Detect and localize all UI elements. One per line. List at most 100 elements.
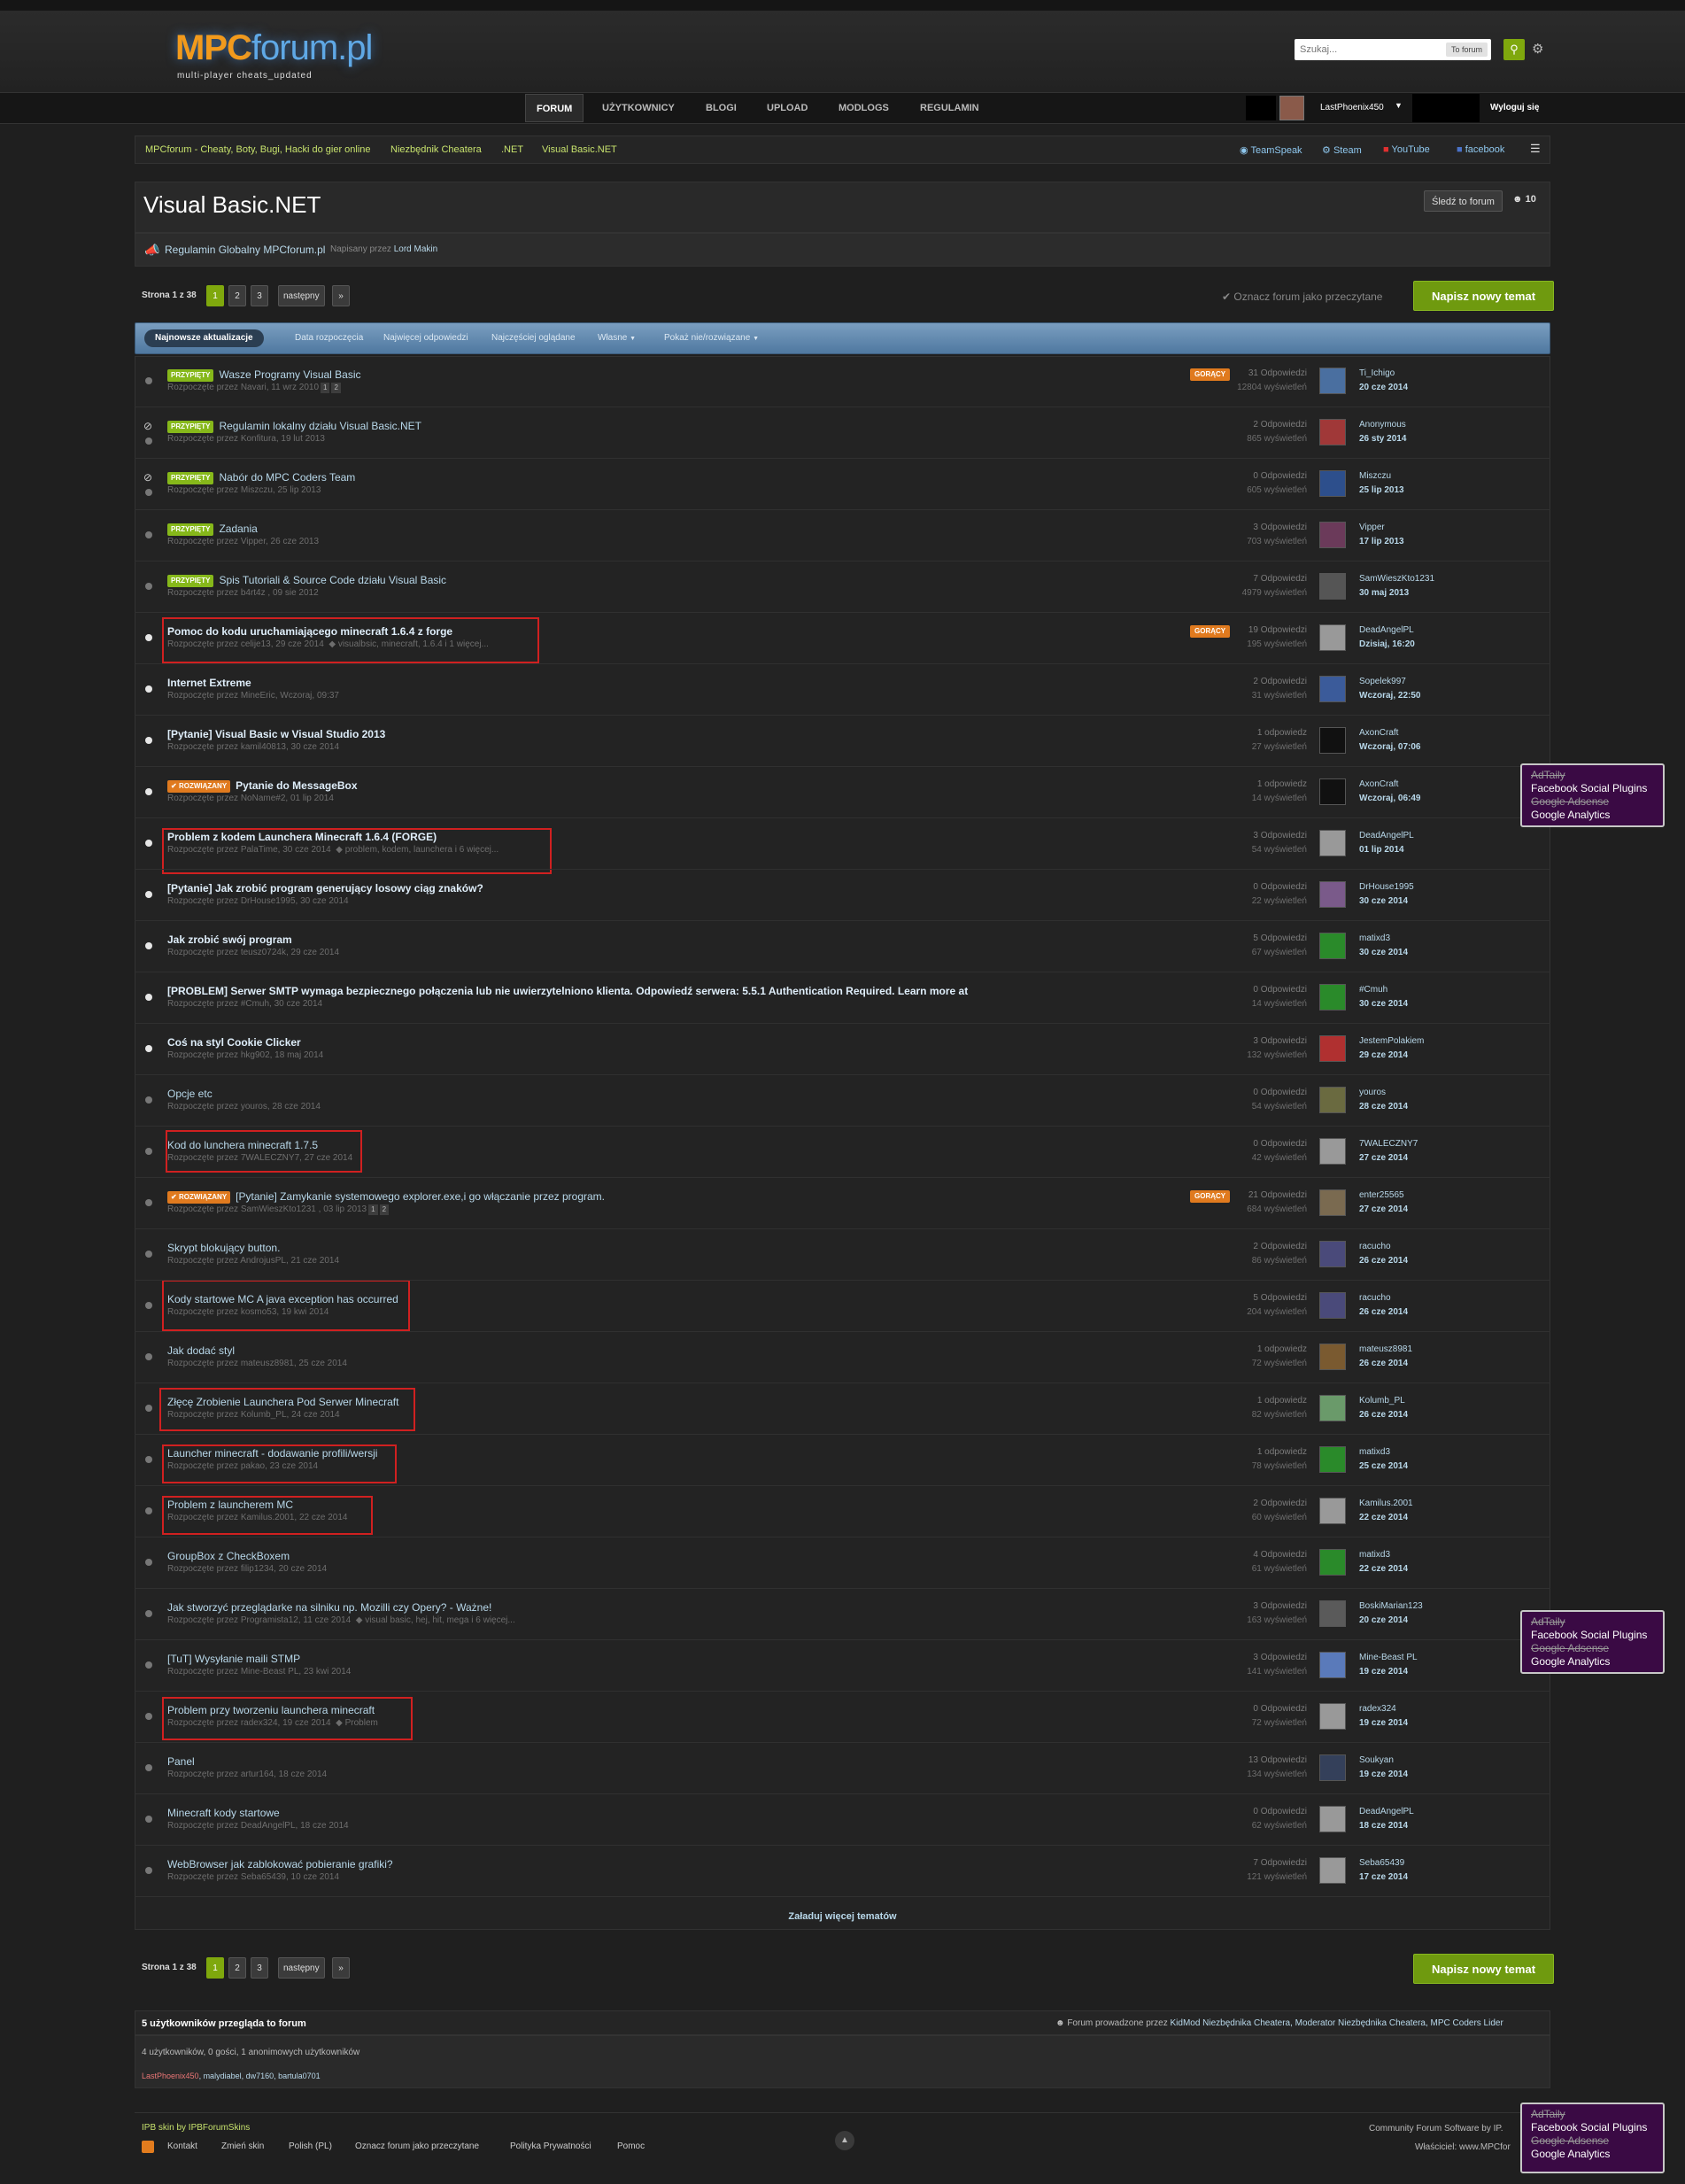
topic-link[interactable]: Jak stworzyć przeglądarke na silniku np.… — [167, 1601, 491, 1614]
topic-tags[interactable]: visual basic, hej, hit, mega i 6 więcej.… — [365, 1615, 515, 1625]
last-poster[interactable]: AxonCraft — [1359, 779, 1398, 789]
last-poster[interactable]: Kolumb_PL — [1359, 1396, 1405, 1406]
last-poster[interactable]: racucho — [1359, 1293, 1391, 1303]
topic-title[interactable]: [Pytanie] Jak zrobić program generujący … — [167, 882, 483, 895]
avatar[interactable] — [1319, 1087, 1346, 1113]
last-poster[interactable]: DeadAngelPL — [1359, 1807, 1414, 1816]
topic-link[interactable]: Internet Extreme — [167, 677, 251, 689]
breadcrumb-item[interactable]: Niezbędnik Cheatera — [390, 144, 482, 155]
site-logo[interactable]: MPCforum.pl — [175, 28, 373, 68]
last-poster[interactable]: DrHouse1995 — [1359, 882, 1414, 892]
topic-row[interactable]: PRZYPIĘTY Zadania Rozpoczęte przez Vipper,… — [135, 510, 1550, 561]
topic-row[interactable]: PRZYPIĘTY Wasze Programy Visual Basic Rozp… — [135, 356, 1550, 407]
back-to-top-icon[interactable]: ▲ — [835, 2131, 854, 2150]
topic-row[interactable]: PRZYPIĘTY Spis Tutoriali & Source Code dz… — [135, 561, 1550, 613]
last-post-date[interactable]: 26 cze 2014 — [1359, 1410, 1408, 1420]
topic-title[interactable]: Jak stworzyć przeglądarke na silniku np.… — [167, 1601, 491, 1614]
topic-row[interactable]: Problem z launcherem MC Rozpoczęte przez … — [135, 1486, 1550, 1537]
last-post-date[interactable]: 26 cze 2014 — [1359, 1359, 1408, 1368]
topic-link[interactable]: Zadania — [219, 523, 257, 535]
last-post-date[interactable]: 28 cze 2014 — [1359, 1102, 1408, 1111]
last-poster[interactable]: AxonCraft — [1359, 728, 1398, 738]
list-menu-icon[interactable]: ☰ — [1530, 142, 1541, 156]
topic-link[interactable]: Problem przy tworzeniu launchera minecra… — [167, 1704, 375, 1716]
topic-row[interactable]: Problem z kodem Launchera Minecraft 1.6.… — [135, 818, 1550, 870]
topic-link[interactable]: Opcje etc — [167, 1088, 213, 1100]
last-post-date[interactable]: 22 cze 2014 — [1359, 1564, 1408, 1574]
topic-title[interactable]: GroupBox z CheckBoxem — [167, 1550, 290, 1562]
last-poster[interactable]: BoskiMarian123 — [1359, 1601, 1423, 1611]
topic-title[interactable]: Coś na styl Cookie Clicker — [167, 1036, 301, 1049]
avatar[interactable] — [1319, 1652, 1346, 1678]
topic-row[interactable]: ✔ ROZWIĄZANY [Pytanie] Zamykanie systemow… — [135, 1178, 1550, 1229]
last-poster[interactable]: youros — [1359, 1088, 1386, 1097]
sort-most-viewed[interactable]: Najczęściej oglądane — [491, 333, 576, 343]
avatar[interactable] — [1319, 1549, 1346, 1576]
avatar[interactable] — [1319, 1035, 1346, 1062]
footer-link-mark-read[interactable]: Oznacz forum jako przeczytane — [355, 2141, 479, 2151]
last-post-date[interactable]: 26 sty 2014 — [1359, 434, 1406, 444]
topic-title[interactable]: Panel — [167, 1755, 195, 1768]
topic-link[interactable]: [Pytanie] Zamykanie systemowego explorer… — [236, 1190, 605, 1203]
avatar[interactable] — [1319, 1703, 1346, 1730]
topic-row[interactable]: Jak dodać styl Rozpoczęte przez mateusz89… — [135, 1332, 1550, 1383]
topic-row[interactable]: Opcje etc Rozpoczęte przez youros, 28 cze… — [135, 1075, 1550, 1127]
user-name[interactable]: LastPhoenix450 — [1320, 103, 1384, 112]
sort-most-replies[interactable]: Najwięcej odpowiedzi — [383, 333, 468, 343]
new-topic-button[interactable]: Napisz nowy temat — [1413, 1954, 1555, 1984]
last-poster[interactable]: Miszczu — [1359, 471, 1391, 481]
footer-link-contact[interactable]: Kontakt — [167, 2141, 197, 2151]
avatar[interactable] — [1319, 1857, 1346, 1884]
sort-solved-filter[interactable]: Pokaż nie/rozwiązane ▼ — [664, 333, 759, 343]
page-link[interactable]: 2 — [228, 1957, 246, 1979]
last-poster[interactable]: matixd3 — [1359, 1447, 1390, 1457]
avatar[interactable] — [1319, 1344, 1346, 1370]
avatar[interactable] — [1319, 419, 1346, 445]
new-topic-button[interactable]: Napisz nowy temat — [1413, 281, 1555, 311]
last-post-date[interactable]: 20 cze 2014 — [1359, 383, 1408, 392]
avatar[interactable] — [1319, 984, 1346, 1011]
topic-title[interactable]: Jak dodać styl — [167, 1344, 235, 1357]
avatar[interactable] — [1319, 1241, 1346, 1267]
topic-row[interactable]: Problem przy tworzeniu launchera minecra… — [135, 1692, 1550, 1743]
topic-row[interactable]: GroupBox z CheckBoxem Rozpoczęte przez fi… — [135, 1537, 1550, 1589]
avatar[interactable] — [1319, 1806, 1346, 1832]
topic-link[interactable]: Problem z launcherem MC — [167, 1499, 293, 1511]
last-post-date[interactable]: 27 cze 2014 — [1359, 1153, 1408, 1163]
avatar[interactable] — [1319, 778, 1346, 805]
topic-page-link[interactable]: 2 — [379, 1204, 390, 1215]
topic-link[interactable]: [Pytanie] Visual Basic w Visual Studio 2… — [167, 728, 385, 740]
avatar[interactable] — [1319, 470, 1346, 497]
topic-link[interactable]: Minecraft kody startowe — [167, 1807, 280, 1819]
last-post-date[interactable]: 19 cze 2014 — [1359, 1770, 1408, 1779]
topic-link[interactable]: Pytanie do MessageBox — [236, 779, 357, 792]
topic-title[interactable]: Skrypt blokujący button. — [167, 1242, 280, 1254]
last-post-date[interactable]: Wczoraj, 22:50 — [1359, 691, 1420, 701]
topic-title[interactable]: Launcher minecraft - dodawanie profili/w… — [167, 1447, 377, 1460]
announcement-author[interactable]: Lord Makin — [394, 244, 437, 254]
topic-title[interactable]: PRZYPIĘTY Wasze Programy Visual Basic — [167, 368, 361, 382]
last-post-date[interactable]: 26 cze 2014 — [1359, 1256, 1408, 1266]
last-poster[interactable]: Soukyan — [1359, 1755, 1394, 1765]
topic-title[interactable]: ✔ ROZWIĄZANY Pytanie do MessageBox — [167, 779, 358, 793]
teamspeak-link[interactable]: ◉ TeamSpeak — [1240, 144, 1302, 156]
footer-link-help[interactable]: Pomoc — [617, 2141, 645, 2151]
topic-link[interactable]: [Pytanie] Jak zrobić program generujący … — [167, 882, 483, 895]
avatar[interactable] — [1319, 933, 1346, 959]
gear-icon[interactable]: ⚙ — [1532, 41, 1543, 57]
topic-row[interactable]: Złęcę Zrobienie Launchera Pod Serwer Min… — [135, 1383, 1550, 1435]
last-poster[interactable]: Mine-Beast PL — [1359, 1653, 1418, 1662]
topic-title[interactable]: Problem z kodem Launchera Minecraft 1.6.… — [167, 831, 437, 843]
topic-link[interactable]: Jak dodać styl — [167, 1344, 235, 1357]
user-avatar[interactable] — [1279, 96, 1304, 120]
topic-link[interactable]: Nabór do MPC Coders Team — [219, 471, 355, 484]
topic-row[interactable]: ✔ ROZWIĄZANY Pytanie do MessageBox Rozpocz… — [135, 767, 1550, 818]
last-post-date[interactable]: 30 maj 2013 — [1359, 588, 1409, 598]
topic-row[interactable]: [Pytanie] Jak zrobić program generujący … — [135, 870, 1550, 921]
topic-title[interactable]: Kody startowe MC A java exception has oc… — [167, 1293, 398, 1305]
tab-users[interactable]: UŻYTKOWNICY — [591, 94, 685, 122]
tab-blogs[interactable]: BLOGI — [695, 94, 747, 122]
topic-link[interactable]: [PROBLEM] Serwer SMTP wymaga bezpieczneg… — [167, 985, 968, 997]
topic-tags[interactable]: problem, kodem, launchera i 6 więcej... — [345, 845, 499, 855]
last-poster[interactable]: JestemPolakiem — [1359, 1036, 1424, 1046]
